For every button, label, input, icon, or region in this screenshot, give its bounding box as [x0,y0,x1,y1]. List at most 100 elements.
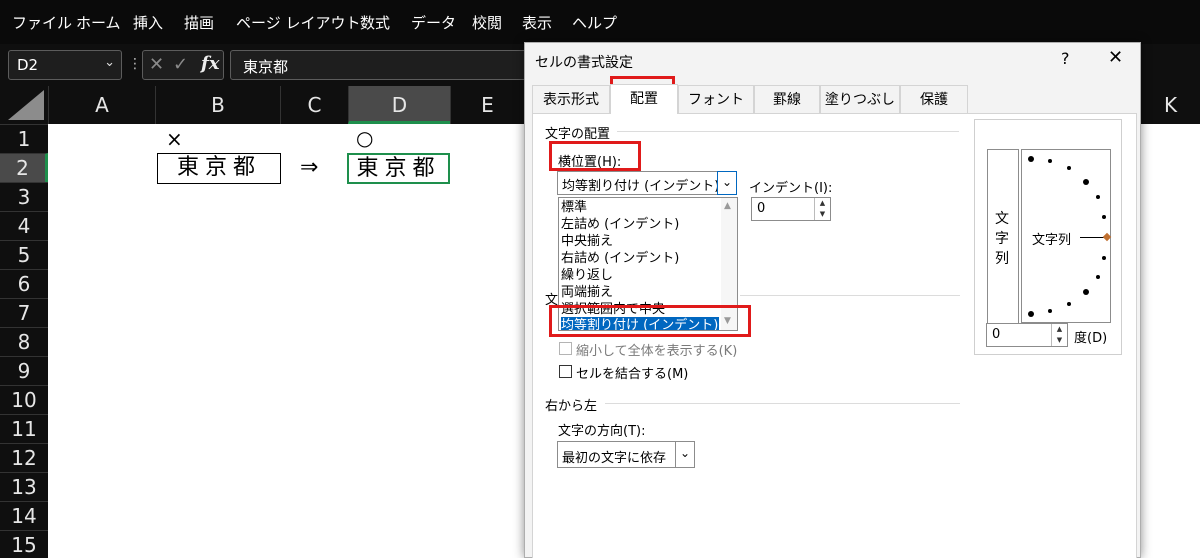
help-icon[interactable]: ? [1061,49,1070,68]
orientation-dial[interactable]: 文字列 [1021,149,1112,323]
tab-protection[interactable]: 保護 [900,85,968,113]
row-header[interactable]: 14 [0,501,48,530]
column-header-a[interactable]: A [48,86,155,124]
ribbon-tab-view[interactable]: 表示 [522,12,552,33]
degree-label: 度(D) [1074,331,1108,346]
tab-border[interactable]: 罫線 [754,85,820,113]
column-header-b[interactable]: B [155,86,280,124]
ribbon-tab-page-layout[interactable]: ページ レイアウト [236,12,360,33]
spin-down-icon[interactable]: ▼ [1051,335,1067,346]
formula-input[interactable]: 東京都 [230,50,530,80]
spin-up-icon[interactable]: ▲ [814,198,830,209]
close-icon[interactable]: ✕ [1108,47,1123,68]
insert-function-icon[interactable]: fx [201,53,219,74]
name-box[interactable]: D2 ⌄ [8,50,122,80]
ribbon-tab-data[interactable]: データ [411,12,456,33]
cancel-icon[interactable]: ✕ [149,54,164,75]
highlight-distributed-option [549,305,751,337]
dial-marker[interactable] [1083,179,1089,185]
row-header[interactable]: 1 [0,124,48,153]
orientation-handle[interactable] [1102,232,1112,242]
arrow-icon: ⇒ [300,155,319,180]
tab-font[interactable]: フォント [678,85,754,113]
dial-marker[interactable] [1028,156,1034,162]
column-header-k[interactable]: K [1140,86,1200,124]
ribbon-tab-draw[interactable]: 描画 [184,12,214,33]
row-headers: 1 2 3 4 5 6 7 8 9 10 11 12 13 14 15 [0,124,48,558]
row-header[interactable]: 7 [0,298,48,327]
column-header-d[interactable]: D [348,86,450,124]
tab-number[interactable]: 表示形式 [532,85,610,113]
vertical-text-button[interactable]: 文 字 列 [987,149,1019,345]
dial-tick [1102,256,1106,260]
ribbon-tab-review[interactable]: 校閲 [472,12,502,33]
row-header[interactable]: 15 [0,530,48,558]
ribbon-tab-formulas[interactable]: 数式 [360,12,390,33]
dial-tick [1102,215,1106,219]
name-box-value: D2 [17,56,39,74]
horizontal-select[interactable]: 均等割り付け (インデント) [557,171,737,195]
dial-tick [1096,195,1100,199]
option-center[interactable]: 中央揃え [561,233,719,250]
tab-fill[interactable]: 塗りつぶし [820,85,900,113]
row-header[interactable]: 8 [0,327,48,356]
vertical-char: 文 [995,211,1009,227]
degree-spinner[interactable]: 0 ▲ ▼ [986,323,1068,347]
formula-buttons: ✕ ✓ fx [142,50,224,80]
more-options-icon[interactable]: ⋮ [128,56,142,72]
scroll-up-icon[interactable]: ▲ [724,201,731,211]
merge-cells-label: セルを結合する(M) [576,367,689,382]
dialog-title: セルの書式設定 [535,55,633,71]
chevron-down-icon[interactable]: ⌄ [104,55,115,70]
row-header[interactable]: 9 [0,356,48,385]
ribbon-tab-help[interactable]: ヘルプ [572,12,617,33]
option-fill[interactable]: 繰り返し [561,267,719,284]
merge-cells-checkbox[interactable] [559,365,572,378]
column-header-e[interactable]: E [450,86,524,124]
text-alignment-group-label: 文字の配置 [545,127,611,142]
row-header[interactable]: 5 [0,240,48,269]
option-right-indent[interactable]: 右詰め (インデント) [561,250,719,267]
option-justify[interactable]: 両端揃え [561,284,719,301]
spin-down-icon[interactable]: ▼ [814,209,830,220]
row-header[interactable]: 12 [0,443,48,472]
format-cells-dialog: セルの書式設定 ? ✕ 表示形式 配置 フォント 罫線 塗りつぶし 保護 文字の… [524,42,1141,558]
enter-check-icon[interactable]: ✓ [173,54,188,75]
row-header[interactable]: 13 [0,472,48,501]
tab-alignment[interactable]: 配置 [610,84,678,114]
cell-d2-selected[interactable]: 東京都 [347,153,450,184]
chevron-down-icon[interactable]: ⌄ [675,441,695,468]
wrong-mark: × [166,127,183,151]
column-header-c[interactable]: C [280,86,348,124]
chevron-down-icon[interactable]: ⌄ [717,171,737,195]
ribbon-tab-home[interactable]: ホーム [76,12,121,33]
spin-up-icon[interactable]: ▲ [1051,324,1067,335]
shrink-to-fit-checkbox[interactable] [559,342,572,355]
indent-spinner[interactable]: 0 ▲ ▼ [751,197,831,221]
dial-tick [1048,159,1052,163]
rtl-group-label: 右から左 [545,399,598,414]
group-divider [617,131,959,132]
ribbon-tab-file[interactable]: ファイル [12,12,72,33]
dial-marker[interactable] [1028,311,1034,317]
option-general[interactable]: 標準 [561,199,719,216]
row-header[interactable]: 2 [0,153,48,182]
row-header[interactable]: 4 [0,211,48,240]
orientation-text-label: 文字列 [1032,233,1072,248]
ribbon-tabs: ファイル ホーム 挿入 描画 ページ レイアウト 数式 データ 校閲 表示 ヘル… [0,0,1200,44]
option-left-indent[interactable]: 左詰め (インデント) [561,216,719,233]
ribbon-tab-insert[interactable]: 挿入 [133,12,163,33]
row-header[interactable]: 10 [0,385,48,414]
cell-b2[interactable]: 東京都 [157,153,281,184]
vertical-char: 列 [995,251,1009,267]
orientation-needle [1080,237,1104,238]
dial-tick [1067,166,1071,170]
group-divider [740,295,960,296]
indent-label: インデント(I): [749,181,833,196]
row-header[interactable]: 3 [0,182,48,211]
dial-marker[interactable] [1083,289,1089,295]
row-header[interactable]: 6 [0,269,48,298]
select-all-corner[interactable] [8,90,44,120]
row-header[interactable]: 11 [0,414,48,443]
dial-tick [1096,275,1100,279]
